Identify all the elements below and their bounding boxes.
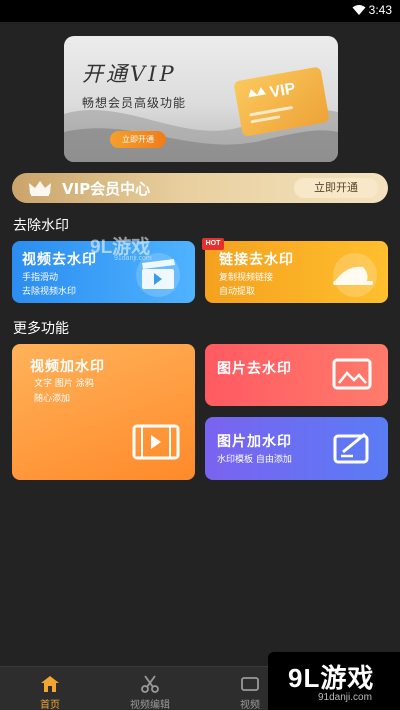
vip-banner[interactable]: 开通VIP 畅想会员高级功能 立即开通 VIP (64, 36, 338, 162)
tile-desc: 随心添加 (34, 394, 71, 404)
video-add-watermark-tile[interactable]: 视频加水印 文字 图片 涂鸦 随心添加 (12, 344, 195, 480)
banner-subtitle: 畅想会员高级功能 (82, 96, 187, 110)
vip-center-label: VIP会员中心 (62, 180, 151, 198)
link-remove-watermark-tile[interactable]: 链接去水印 复制视频链接 自动提取 (205, 241, 388, 303)
vip-center-bar[interactable]: VIP会员中心 立即开通 (12, 173, 388, 203)
crown-icon (29, 181, 51, 196)
status-time: 3:43 (368, 3, 392, 17)
nav-item-home[interactable]: 首页 (0, 667, 100, 710)
edit-icon (333, 432, 369, 464)
tile-title: 图片加水印 (217, 434, 292, 450)
home-icon (41, 676, 59, 692)
site-watermark: 9L游戏 91danji.com (90, 237, 152, 262)
tile-desc: 手指滑动 (22, 273, 59, 283)
nav-item-video-edit[interactable]: 视频编辑 (100, 667, 200, 710)
tile-desc: 自动提取 (219, 287, 256, 297)
scissors-icon (141, 675, 159, 693)
brand-logo-text: 9L游戏 (288, 663, 375, 693)
nav-label: 首页 (40, 700, 60, 710)
banner-title: 开通VIP (82, 62, 177, 86)
tile-title: 视频加水印 (30, 359, 105, 375)
tile-desc: 去除视频水印 (22, 287, 77, 297)
nav-label: 视频编辑 (130, 700, 170, 710)
image-add-watermark-tile[interactable]: 图片加水印 水印模板 自由添加 (205, 417, 388, 480)
brand-url: 91danji.com (318, 692, 372, 703)
section-title-more: 更多功能 (13, 321, 69, 337)
section-title-remove: 去除水印 (13, 218, 69, 234)
film-icon (132, 424, 180, 460)
banner-open-button[interactable]: 立即开通 (110, 131, 166, 148)
tile-title: 链接去水印 (219, 252, 294, 268)
image-icon (332, 358, 372, 390)
tile-desc: 水印模板 自由添加 (217, 455, 292, 465)
vip-open-button[interactable]: 立即开通 (294, 178, 378, 198)
hot-badge: HOT (202, 238, 224, 250)
brand-watermark: 9L游戏 91danji.com (268, 652, 400, 710)
tile-desc: 复制视频链接 (219, 273, 274, 283)
video-icon (241, 677, 259, 691)
vip-card-icon: VIP (234, 67, 329, 136)
eraser-icon (333, 253, 377, 297)
wifi-icon (352, 5, 366, 15)
image-remove-watermark-tile[interactable]: 图片去水印 (205, 344, 388, 406)
tile-title: 视频去水印 (22, 252, 97, 268)
tile-title: 图片去水印 (217, 361, 292, 377)
tile-desc: 文字 图片 涂鸦 (34, 379, 94, 389)
status-bar: 3:43 (0, 0, 400, 22)
